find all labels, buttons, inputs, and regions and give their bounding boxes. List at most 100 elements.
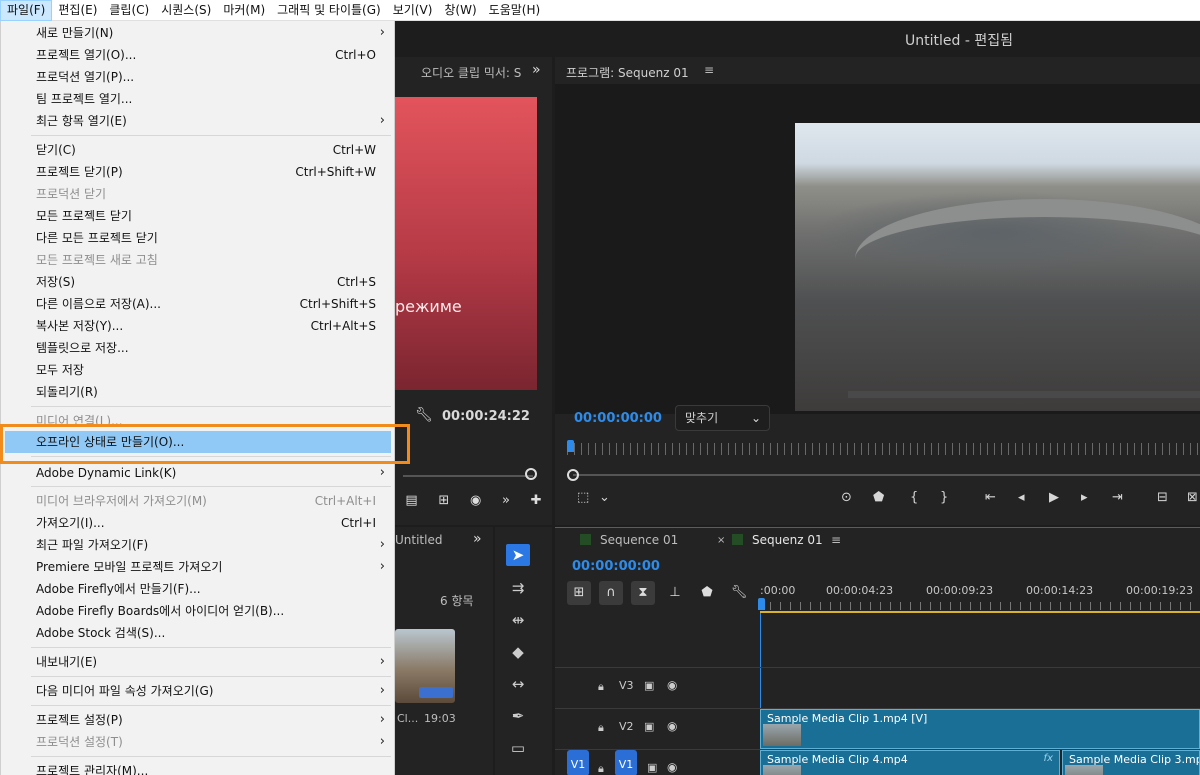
file-menu-item[interactable]: 팀 프로젝트 열기...	[5, 88, 391, 110]
ripple-edit-tool-icon[interactable]: ⇹	[506, 609, 530, 631]
file-menu-item[interactable]: Adobe Stock 검색(S)...	[5, 622, 391, 644]
menu-graphics[interactable]: 그래픽 및 타이틀(G)	[271, 0, 387, 21]
slip-tool-icon[interactable]: ↔	[506, 673, 530, 695]
chevron-down-icon[interactable]: ⌄	[599, 490, 610, 505]
eye-icon[interactable]: ◉	[667, 760, 677, 774]
menu-edit[interactable]: 편집(E)	[52, 0, 103, 21]
file-menu-item[interactable]: 프로젝트 설정(P) ›	[5, 709, 391, 731]
close-icon[interactable]: ×	[717, 535, 725, 546]
step-forward-icon[interactable]: ▸	[1081, 490, 1088, 505]
program-time-ruler[interactable]	[567, 443, 1200, 455]
add-edit-icon[interactable]: ⊥	[663, 581, 687, 605]
razor-tool-icon[interactable]: ◆	[506, 641, 530, 663]
extract-icon[interactable]: ⊠	[1187, 490, 1198, 505]
mark-out-icon[interactable]: }	[940, 490, 948, 505]
file-menu-item[interactable]: Adobe Dynamic Link(K) ›	[5, 462, 391, 484]
program-scrollbar[interactable]	[848, 391, 1200, 398]
program-scrub-bar[interactable]	[573, 474, 1200, 476]
selection-tool-icon[interactable]: ➤	[506, 544, 530, 566]
play-icon[interactable]: ▶	[1049, 490, 1059, 505]
file-menu-item[interactable]: 모든 프로젝트 닫기	[5, 205, 391, 227]
file-menu-item[interactable]: 가져오기(I)... Ctrl+I	[5, 512, 391, 534]
panel-overflow-icon[interactable]: »	[473, 531, 482, 547]
sync-lock-icon[interactable]: ▣	[644, 720, 654, 733]
track-select-tool-icon[interactable]: ⇉	[506, 577, 530, 599]
file-menu-item[interactable]: Adobe Firefly Boards에서 아이디어 얻기(B)...	[5, 600, 391, 622]
menu-help[interactable]: 도움말(H)	[483, 0, 547, 21]
file-menu-item[interactable]: 프로덕션 열기(P)...	[5, 66, 391, 88]
file-menu-item[interactable]: 닫기(C) Ctrl+W	[5, 139, 391, 161]
file-menu-item[interactable]: 내보내기(E) ›	[5, 651, 391, 673]
timeline-clip[interactable]: Sample Media Clip 1.mp4 [V]	[760, 709, 1200, 749]
program-playhead[interactable]	[567, 440, 574, 452]
wrench-icon[interactable]: 🔧︎	[415, 407, 433, 423]
work-area-bar[interactable]	[760, 611, 1200, 613]
file-menu-item[interactable]: 프로젝트 열기(O)... Ctrl+O	[5, 44, 391, 66]
source-patch-v1[interactable]: V1	[567, 750, 589, 775]
file-menu-item[interactable]: 최근 파일 가져오기(F) ›	[5, 534, 391, 556]
eye-icon[interactable]: ◉	[667, 678, 677, 692]
insert-icon[interactable]: ▤	[405, 493, 417, 513]
file-menu-item[interactable]: 프로젝트 닫기(P) Ctrl+Shift+W	[5, 161, 391, 183]
go-to-in-icon[interactable]: ⇤	[985, 490, 996, 505]
tab-audio-clip-mixer[interactable]: 오디오 클립 믹서: S	[421, 64, 521, 81]
more-controls-icon[interactable]: »	[502, 493, 510, 513]
add-marker-icon[interactable]: ⬟	[873, 490, 884, 505]
source-scrub-bar[interactable]	[403, 475, 533, 477]
file-menu-item[interactable]: 최근 항목 열기(E) ›	[5, 110, 391, 132]
lock-icon[interactable]: 🔒︎	[598, 680, 604, 694]
timeline-settings-wrench-icon[interactable]: 🔧︎	[727, 581, 751, 605]
menu-clip[interactable]: 클립(C)	[103, 0, 155, 21]
sync-lock-icon[interactable]: ▣	[644, 679, 654, 692]
file-menu-item[interactable]: 새로 만들기(N) ›	[5, 22, 391, 44]
overwrite-icon[interactable]: ⊞	[438, 493, 449, 513]
timeline-playhead[interactable]	[758, 598, 765, 610]
file-menu-item[interactable]: 템플릿으로 저장...	[5, 337, 391, 359]
camera-icon[interactable]: ◉	[470, 493, 481, 513]
file-menu-item[interactable]: 되돌리기(R)	[5, 381, 391, 403]
tab-sequenz-01[interactable]: Sequenz 01	[732, 533, 823, 547]
linked-selection-icon[interactable]: ⧗	[631, 581, 655, 605]
pen-tool-icon[interactable]: ✒	[506, 705, 530, 727]
tab-program[interactable]: 프로그램: Sequenz 01	[566, 64, 689, 81]
panel-menu-icon[interactable]: ≡	[704, 63, 714, 77]
timeline-marker-icon[interactable]: ⬟	[695, 581, 719, 605]
timeline-clip[interactable]: Sample Media Clip 4.mp4 fx	[760, 750, 1060, 775]
menu-sequence[interactable]: 시퀀스(S)	[155, 0, 217, 21]
file-menu-item[interactable]: 다른 이름으로 저장(A)... Ctrl+Shift+S	[5, 293, 391, 315]
file-menu-item[interactable]: 모두 저장	[5, 359, 391, 381]
export-frame-icon[interactable]: ⊙	[841, 490, 852, 505]
safe-margins-icon[interactable]: ⬚	[577, 490, 589, 505]
source-scrub-handle[interactable]	[525, 468, 537, 480]
file-menu-item[interactable]: Adobe Firefly에서 만들기(F)...	[5, 578, 391, 600]
lock-icon[interactable]: 🔒︎	[598, 762, 604, 775]
file-menu-item[interactable]: 다른 모든 프로젝트 닫기	[5, 227, 391, 249]
menu-view[interactable]: 보기(V)	[387, 0, 439, 21]
snap-icon[interactable]: ∩	[599, 581, 623, 605]
file-menu-item[interactable]: 복사본 저장(Y)... Ctrl+Alt+S	[5, 315, 391, 337]
sync-lock-icon[interactable]: ▣	[647, 761, 657, 774]
go-to-out-icon[interactable]: ⇥	[1112, 490, 1123, 505]
eye-icon[interactable]: ◉	[667, 719, 677, 733]
rectangle-tool-icon[interactable]: ▭	[506, 737, 530, 759]
lift-icon[interactable]: ⊟	[1157, 490, 1168, 505]
timeline-ruler[interactable]	[760, 602, 1200, 610]
menu-file[interactable]: 파일(F)	[0, 0, 53, 21]
tab-sequence-01[interactable]: Sequence 01	[580, 533, 678, 547]
panel-menu-icon[interactable]: ≡	[831, 533, 841, 547]
step-back-icon[interactable]: ◂	[1018, 490, 1025, 505]
file-menu-item[interactable]: Premiere 모바일 프로젝트 가져오기 ›	[5, 556, 391, 578]
zoom-fit-select[interactable]: 맞추기 ⌄	[675, 405, 770, 431]
mark-in-icon[interactable]: {	[910, 490, 918, 505]
track-target-v1[interactable]: V1	[615, 750, 637, 775]
add-button-icon[interactable]: ✚	[531, 493, 542, 513]
program-scrub-handle[interactable]	[567, 469, 579, 481]
lock-icon[interactable]: 🔒︎	[598, 721, 604, 735]
file-menu-item[interactable]: 저장(S) Ctrl+S	[5, 271, 391, 293]
timeline-clip[interactable]: Sample Media Clip 3.mp4	[1062, 750, 1200, 775]
timeline-timecode[interactable]: 00:00:00:00	[572, 559, 660, 574]
insert-nest-icon[interactable]: ⊞	[567, 581, 591, 605]
file-menu-item[interactable]: 프로젝트 관리자(M)...	[5, 760, 391, 775]
tab-project[interactable]: Untitled	[395, 533, 442, 547]
menu-marker[interactable]: 마커(M)	[217, 0, 271, 21]
